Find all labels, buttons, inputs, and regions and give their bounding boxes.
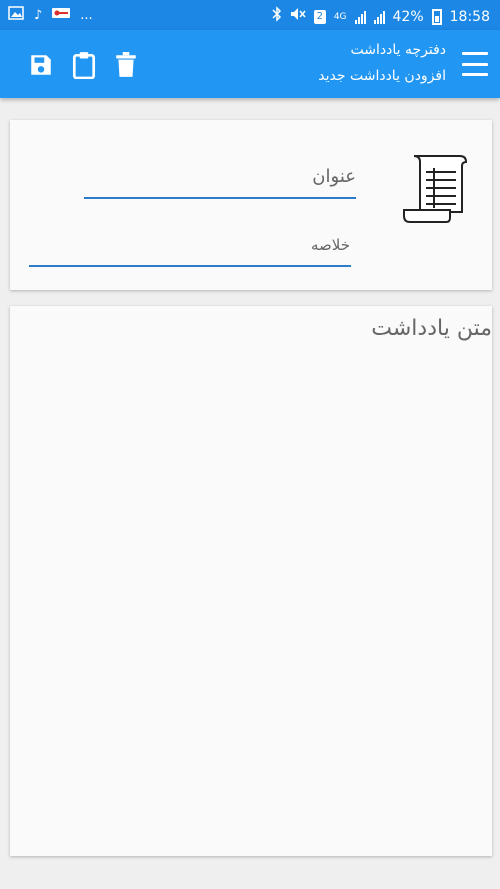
note-body-input[interactable]: متن یادداشت [371,316,492,341]
title-input[interactable]: عنوان [312,166,356,187]
summary-underline [29,265,351,267]
delete-button[interactable] [111,50,141,80]
battery-percent: 42% [392,8,424,25]
status-right-icons: 2 4G 42% 18:58 [272,6,490,27]
clock: 18:58 [449,8,490,25]
notebook-icon [398,152,470,224]
status-left-icons: ♪ ... [8,6,93,25]
summary-input[interactable]: خلاصه [311,236,350,254]
trash-icon [116,52,136,77]
more-dots-icon: ... [80,7,93,23]
note-header-card: عنوان خلاصه [10,120,492,290]
key-icon [52,7,71,24]
save-button[interactable] [26,50,56,80]
bluetooth-icon [272,6,282,27]
app-title: دفترچه یادداشت [350,42,446,58]
toolbar: دفترچه یادداشت افزودن یادداشت جدید [0,30,500,98]
music-note-icon: ♪ [34,7,43,23]
paste-button[interactable] [69,50,99,80]
menu-button[interactable] [462,52,488,76]
signal-icon [354,10,366,24]
battery-icon [431,8,442,25]
network-type: 4G [333,11,347,22]
page-subtitle: افزودن یادداشت جدید [318,68,446,84]
save-icon [31,55,51,75]
status-bar: ♪ ... 2 4G 42% 18:58 [0,0,500,30]
clipboard-icon [72,52,96,79]
mute-icon [290,7,306,26]
title-underline [84,197,356,199]
image-icon [8,6,24,25]
menu-icon [462,52,488,55]
signal-icon-2 [373,10,385,24]
note-body-card[interactable]: متن یادداشت [10,306,492,856]
sim-badge: 2 [313,9,326,24]
